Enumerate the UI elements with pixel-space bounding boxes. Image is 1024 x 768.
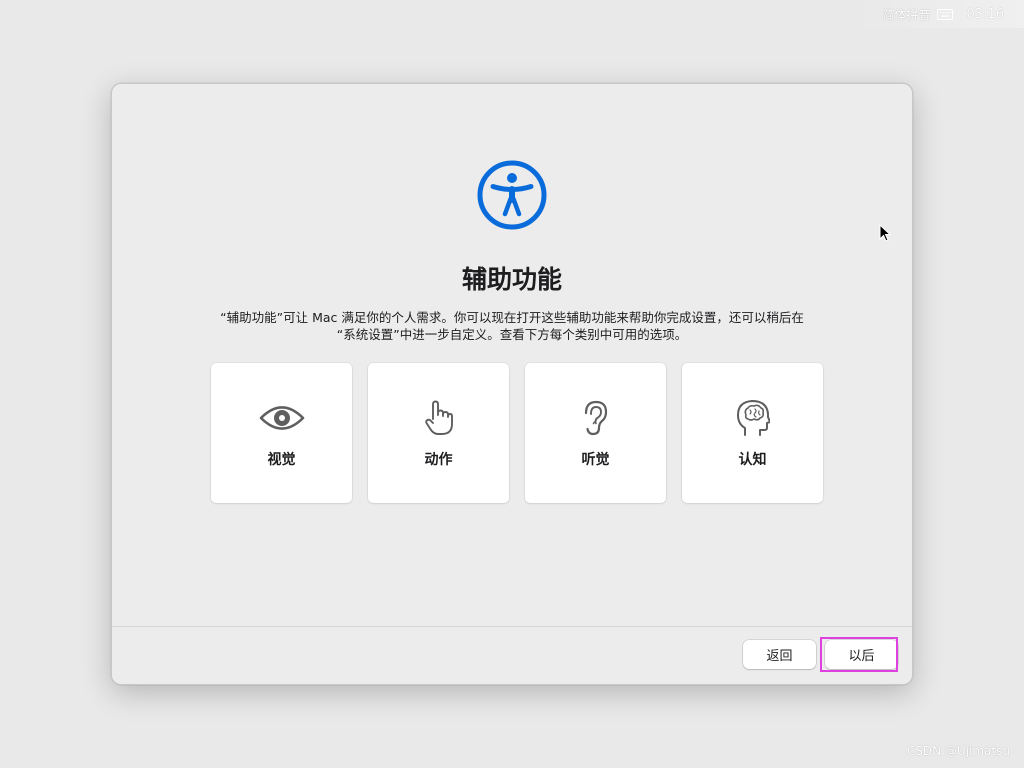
card-label: 认知: [738, 452, 767, 468]
card-vision[interactable]: 视觉: [211, 363, 352, 503]
watermark: CSDN @Ujimatsu: [906, 744, 1010, 758]
description: “辅助功能”可让 Mac 满足你的个人需求。你可以现在打开这些辅助功能来帮助你完…: [192, 309, 832, 343]
description-line-2: “系统设置”中进一步自定义。查看下方每个类别中可用的选项。: [336, 327, 688, 342]
category-cards: 视觉 动作 听觉 认知: [211, 363, 823, 503]
card-motor[interactable]: 动作: [368, 363, 509, 503]
card-label: 听觉: [581, 452, 610, 468]
menu-clock[interactable]: 03:16: [967, 7, 1004, 22]
highlight-box: [820, 637, 898, 672]
card-label: 动作: [424, 452, 453, 468]
card-label: 视觉: [267, 452, 296, 468]
ear-icon: [573, 399, 619, 437]
card-hearing[interactable]: 听觉: [525, 363, 666, 503]
footer-divider: [112, 626, 912, 627]
description-line-1: “辅助功能”可让 Mac 满足你的个人需求。你可以现在打开这些辅助功能来帮助你完…: [220, 310, 804, 325]
page-title: 辅助功能: [461, 265, 562, 294]
eye-icon: [259, 399, 305, 437]
back-button[interactable]: 返回: [743, 640, 816, 669]
mouse-cursor-icon: [879, 223, 892, 242]
card-cognitive[interactable]: 认知: [682, 363, 823, 503]
accessibility-setup-window: 辅助功能 “辅助功能”可让 Mac 满足你的个人需求。你可以现在打开这些辅助功能…: [111, 83, 913, 685]
accessibility-icon: [476, 159, 548, 231]
keyboard-icon[interactable]: [936, 8, 953, 20]
input-source-label[interactable]: 简体拼音: [883, 6, 931, 23]
brain-head-icon: [730, 399, 776, 437]
menu-bar: 简体拼音 03:16: [854, 0, 1024, 28]
pointing-hand-icon: [416, 399, 462, 437]
